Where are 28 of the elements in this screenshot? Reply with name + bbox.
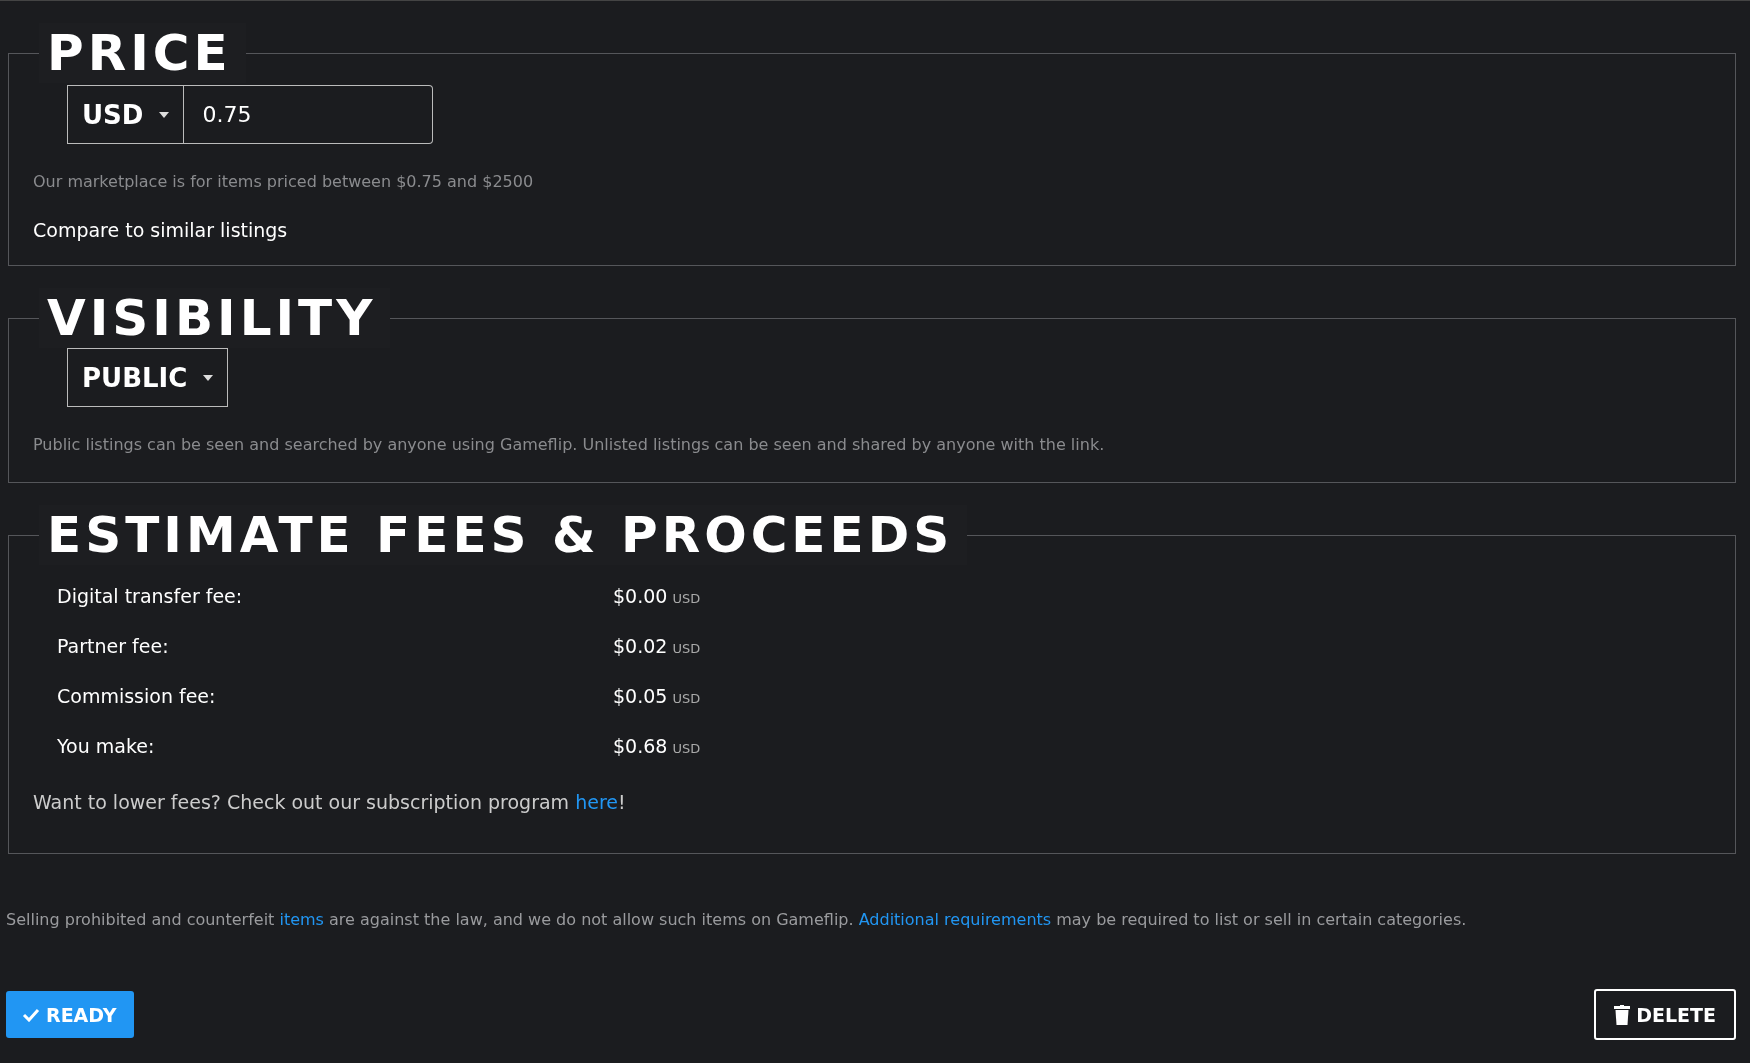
currency-unit: USD <box>672 591 701 606</box>
fee-label: Commission fee: <box>57 685 217 707</box>
fee-amount: $0.02 <box>613 635 668 657</box>
fee-amount: $0.00 <box>613 585 668 607</box>
fee-label: You make: <box>57 735 156 757</box>
trash-icon <box>1614 1004 1631 1025</box>
currency-unit: USD <box>672 691 701 706</box>
checkmark-icon <box>22 1007 40 1022</box>
compare-link[interactable]: Compare to similar listings <box>33 219 1711 241</box>
here-link[interactable]: here <box>575 791 618 813</box>
delete-button[interactable]: DELETE <box>1594 989 1736 1040</box>
visibility-dropdown[interactable]: PUBLIC <box>67 348 229 407</box>
price-input[interactable]: 0.75 <box>184 85 434 144</box>
items-link[interactable]: items <box>279 910 324 929</box>
fee-label: Digital transfer fee: <box>57 585 244 607</box>
currency-unit: USD <box>672 641 701 656</box>
price-hint: Our marketplace is for items priced between $0.75 and $2500 <box>33 172 535 191</box>
currency-dropdown[interactable]: USD <box>67 85 185 144</box>
fee-label: Partner fee: <box>57 635 170 657</box>
caret-icon <box>203 374 214 381</box>
visibility-hint: Public listings can be seen and searched by anyone using Gameflip. Unlisted listings can be seen and shared by anyone with the link. <box>33 435 1106 454</box>
requirements-link[interactable]: Additional requirements <box>858 910 1052 929</box>
fee-amount: $0.68 <box>613 735 668 757</box>
subscription-note: Want to lower fees? Check out our subscription program here! <box>33 791 627 813</box>
caret-icon <box>159 111 170 118</box>
legal-notice: Selling prohibited and counterfeit items are against the law, and we do not allow such items on Gameflip. Additional requirements may be required to list or sell in certain categories. <box>6 910 1468 929</box>
fee-amount: $0.05 <box>613 685 668 707</box>
currency-unit: USD <box>672 741 701 756</box>
